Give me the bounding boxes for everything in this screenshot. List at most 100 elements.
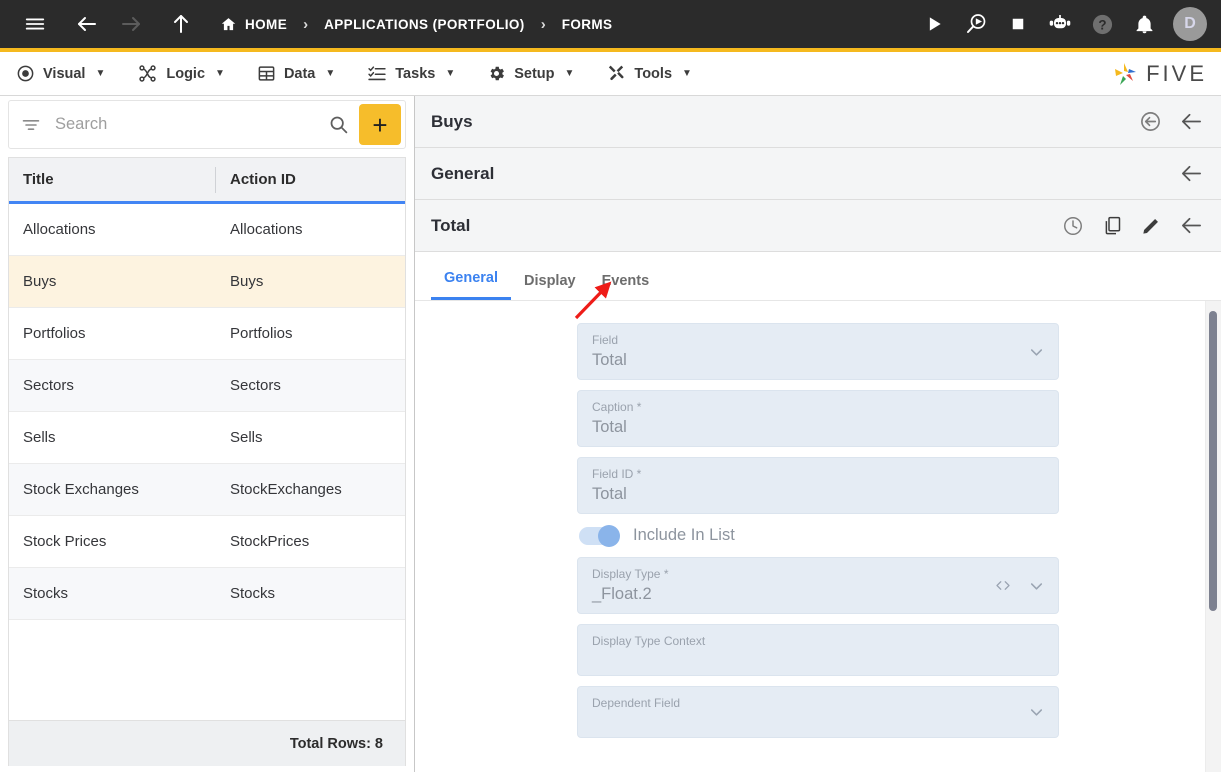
panel-header-buys: Buys <box>415 96 1221 148</box>
scrollbar-thumb[interactable] <box>1209 311 1217 611</box>
table-row[interactable]: Stock Exchanges StockExchanges <box>9 464 405 516</box>
stop-icon[interactable] <box>1001 7 1035 41</box>
breadcrumb-separator-1: › <box>303 15 309 33</box>
menu-data-label: Data <box>283 65 316 82</box>
close-panel-back-icon[interactable] <box>1180 162 1203 185</box>
cell-action-id: Portfolios <box>230 325 293 342</box>
panel-header-total: Total <box>415 200 1221 252</box>
breadcrumb-item-forms[interactable]: FORMS <box>562 17 613 32</box>
breadcrumb: HOME › APPLICATIONS (PORTFOLIO) › FORMS <box>220 16 917 33</box>
field-display-type[interactable]: Display Type * _Float.2 <box>577 557 1059 614</box>
forms-table: Title Action ID Allocations Allocations … <box>8 157 406 720</box>
table-row-selected[interactable]: Buys Buys <box>9 256 405 308</box>
five-logo-icon <box>1115 62 1137 85</box>
five-logo: FIVE <box>1109 60 1207 88</box>
field-label: Field ID * <box>592 467 642 481</box>
table-row[interactable]: Stocks Stocks <box>9 568 405 620</box>
cell-title: Sells <box>23 429 56 446</box>
chevron-down-icon: ▼ <box>682 68 692 79</box>
table-row[interactable]: Allocations Allocations <box>9 204 405 256</box>
detail-tabs: General Display Events <box>415 252 1221 301</box>
cell-title: Portfolios <box>23 325 86 342</box>
filter-icon[interactable] <box>21 115 41 135</box>
avatar[interactable]: D <box>1173 7 1207 41</box>
column-header-title[interactable]: Title <box>9 166 216 193</box>
detail-pane: Buys General Total General Display Event… <box>415 96 1221 772</box>
logic-nodes-icon <box>137 64 158 83</box>
tab-display[interactable]: Display <box>511 273 589 300</box>
nav-up-icon[interactable] <box>164 7 198 41</box>
chevron-down-icon: ▼ <box>564 68 575 79</box>
toggle-knob <box>598 524 620 547</box>
chevron-down-icon[interactable] <box>1027 703 1046 722</box>
panel-title-buys: Buys <box>431 111 473 131</box>
main-content: + Title Action ID Allocations Allocation… <box>0 96 1221 772</box>
breadcrumb-label-applications: APPLICATIONS (PORTFOLIO) <box>324 16 525 32</box>
cell-title: Buys <box>23 273 57 290</box>
field-field[interactable]: Field Total <box>577 323 1059 380</box>
menu-data[interactable]: Data ▼ <box>257 64 335 83</box>
column-header-action-id[interactable]: Action ID <box>216 167 405 193</box>
revert-icon[interactable] <box>1139 110 1162 133</box>
close-panel-back-icon[interactable] <box>1180 110 1203 133</box>
field-value: _Float.2 <box>592 585 652 603</box>
gear-icon <box>487 64 506 83</box>
top-actions: ? D <box>917 7 1207 41</box>
field-caption[interactable]: Caption * Total <box>577 390 1059 447</box>
code-icon[interactable] <box>993 577 1013 595</box>
field-label: Dependent Field <box>592 696 681 710</box>
table-row[interactable]: Sectors Sectors <box>9 360 405 412</box>
chevron-down-icon[interactable] <box>1027 342 1046 361</box>
field-display-type-context[interactable]: Display Type Context <box>577 624 1059 676</box>
home-icon <box>220 16 237 33</box>
field-dependent-field[interactable]: Dependent Field <box>577 686 1059 738</box>
run-icon[interactable] <box>917 7 951 41</box>
hamburger-menu-icon[interactable] <box>18 7 52 41</box>
nav-back-icon[interactable] <box>70 7 104 41</box>
tab-general[interactable]: General <box>431 270 511 300</box>
table-row[interactable]: Stock Prices StockPrices <box>9 516 405 568</box>
menu-visual[interactable]: Visual ▼ <box>16 64 105 83</box>
nav-forward-icon[interactable] <box>114 7 148 41</box>
history-clock-icon[interactable] <box>1062 215 1084 237</box>
tab-events[interactable]: Events <box>589 273 663 300</box>
menu-tasks[interactable]: Tasks ▼ <box>367 64 455 83</box>
main-menu-bar: Visual ▼ Logic ▼ Data ▼ Tasks ▼ Setup ▼ … <box>0 52 1221 96</box>
table-row[interactable]: Sells Sells <box>9 412 405 464</box>
table-header-row: Title Action ID <box>9 158 405 204</box>
cell-action-id: StockPrices <box>230 533 310 550</box>
cell-action-id: Sectors <box>230 377 281 394</box>
breadcrumb-item-applications[interactable]: APPLICATIONS (PORTFOLIO) <box>324 17 525 32</box>
field-label: Field <box>592 333 619 347</box>
form-fields-area: Field Total Caption * Total Field ID * T… <box>415 301 1221 772</box>
search-input[interactable] <box>41 115 318 134</box>
breadcrumb-item-home[interactable]: HOME <box>220 16 287 33</box>
copy-icon[interactable] <box>1102 215 1123 236</box>
field-field-id[interactable]: Field ID * Total <box>577 457 1059 514</box>
debug-icon[interactable] <box>959 7 993 41</box>
eye-icon <box>16 64 35 83</box>
menu-tools-label: Tools <box>634 65 673 82</box>
search-icon[interactable] <box>318 114 359 135</box>
field-label: Caption * <box>592 400 642 414</box>
include-in-list-toggle[interactable] <box>579 524 620 547</box>
cell-title: Sectors <box>23 377 74 394</box>
breadcrumb-label-forms: FORMS <box>561 16 613 32</box>
bot-icon[interactable] <box>1043 7 1077 41</box>
menu-tools[interactable]: Tools ▼ <box>606 64 692 83</box>
field-adornments <box>1027 342 1046 361</box>
grid-icon <box>257 64 276 83</box>
close-panel-back-icon[interactable] <box>1180 214 1203 237</box>
menu-logic[interactable]: Logic ▼ <box>137 64 225 83</box>
panel-title-general: General <box>431 163 495 183</box>
menu-setup-label: Setup <box>514 65 555 82</box>
add-form-button[interactable]: + <box>359 104 401 145</box>
chevron-down-icon[interactable] <box>1027 576 1046 595</box>
table-row[interactable]: Portfolios Portfolios <box>9 308 405 360</box>
bell-icon[interactable] <box>1127 7 1161 41</box>
edit-pencil-icon[interactable] <box>1141 215 1162 236</box>
help-icon[interactable]: ? <box>1085 7 1119 41</box>
pane-bottom-spacer <box>0 766 414 772</box>
menu-setup[interactable]: Setup ▼ <box>487 64 574 83</box>
checklist-icon <box>367 64 387 83</box>
